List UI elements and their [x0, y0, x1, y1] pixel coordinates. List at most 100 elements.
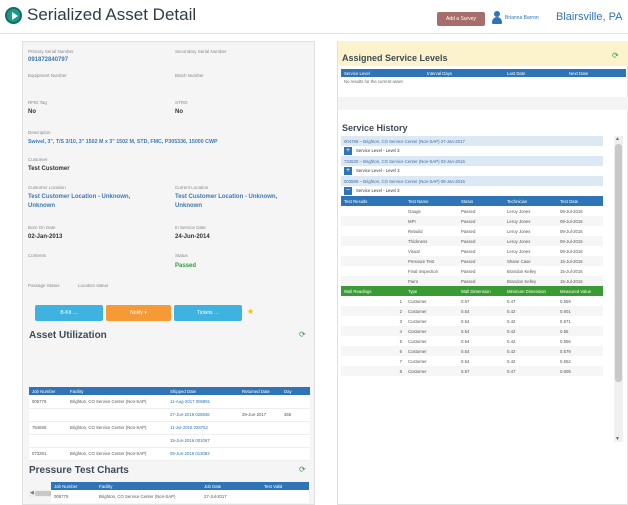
- column-header[interactable]: Test Results: [341, 196, 405, 206]
- service-level-label: Service Level - Level 3: [356, 188, 400, 194]
- divider: [338, 97, 628, 110]
- table-row: Final Inspection Passed Brandon Kelley 15-J…: [341, 266, 604, 276]
- table-cell: Passed: [458, 266, 504, 276]
- service-level-row[interactable]: + Service Level - Level 3: [341, 146, 604, 156]
- table-cell: 0.54: [458, 306, 504, 316]
- favorite-star-icon[interactable]: ★: [247, 307, 254, 316]
- table-cell: [341, 256, 405, 266]
- pressure-test-table: Job Number Facility Job Date Test Valid 005…: [51, 482, 309, 503]
- column-header[interactable]: Next Date: [566, 69, 626, 77]
- table-cell: 0.559: [557, 296, 604, 306]
- table-row: 5 Customer 0.54 0.42 0.556: [341, 336, 604, 346]
- primary-serial-value[interactable]: 091872840797: [28, 57, 68, 63]
- history-group-header[interactable]: 734530 – Brighton, CO Service Center (No…: [341, 156, 604, 166]
- column-header[interactable]: Measured Value: [557, 286, 604, 296]
- table-cell[interactable]: 11-Jul-2016 028752: [167, 421, 239, 435]
- expand-icon[interactable]: +: [344, 147, 352, 155]
- status-label: Status: [175, 253, 188, 258]
- table-cell[interactable]: 11-Aug-2017 006891: [167, 395, 239, 409]
- table-cell: Leroy Jones: [504, 246, 557, 256]
- user-name[interactable]: Brianna Barron: [505, 15, 539, 21]
- scroll-down-icon[interactable]: ▼: [615, 436, 620, 442]
- current-location-label: Current Location: [175, 185, 209, 190]
- table-row[interactable]: 005779 Brighton, CO Service Center (Non-S…: [51, 490, 309, 503]
- location-selector[interactable]: Blairsville, PA: [556, 11, 622, 23]
- scrollbar-thumb[interactable]: [615, 144, 622, 382]
- table-cell: 8: [341, 366, 405, 376]
- column-header[interactable]: Job Number: [29, 387, 67, 395]
- b-kit-button[interactable]: B-Kit …: [35, 305, 103, 321]
- column-header[interactable]: Wall Readings: [341, 286, 405, 296]
- asset-utilization-title: Asset Utilization: [29, 330, 107, 341]
- customer-location-value-2[interactable]: Unknown: [28, 203, 55, 209]
- table-cell: 0.55: [557, 326, 604, 336]
- table-cell: 0.54: [458, 346, 504, 356]
- history-group-row[interactable]: 004786 – Brighton, CO Service Center (No…: [341, 136, 604, 146]
- refresh-icon[interactable]: ⟳: [299, 330, 306, 339]
- history-group-header[interactable]: 003888 – Brighton, CO Service Center (No…: [341, 176, 604, 186]
- service-level-row[interactable]: + Service Level - Level 3: [341, 166, 604, 176]
- column-header[interactable]: Service Level: [341, 69, 424, 77]
- user-icon[interactable]: [492, 11, 502, 25]
- vertical-scrollbar[interactable]: ▲ ▼: [614, 136, 623, 442]
- column-header[interactable]: Technician: [504, 196, 557, 206]
- table-cell: 7: [341, 356, 405, 366]
- description-label: Description: [28, 130, 51, 135]
- table-cell: 365: [281, 408, 310, 422]
- table-row[interactable]: 27-Jun-2016 028836 29-Jun-2017 365: [29, 408, 310, 422]
- current-location-value-2[interactable]: Unknown: [175, 203, 202, 209]
- column-header[interactable]: Job Date: [201, 482, 261, 490]
- history-group-header[interactable]: 004786 – Brighton, CO Service Center (No…: [341, 136, 604, 146]
- column-header[interactable]: Job Number: [51, 482, 96, 490]
- column-header[interactable]: Facility: [96, 482, 201, 490]
- column-header[interactable]: Interval Days: [424, 69, 504, 77]
- expand-icon[interactable]: +: [344, 167, 352, 175]
- current-location-value[interactable]: Test Customer Location - Unknown,: [175, 194, 277, 200]
- tickets-button[interactable]: Tickets …: [174, 305, 242, 321]
- column-header[interactable]: Returned Date: [239, 387, 281, 395]
- table-cell: Leroy Jones: [504, 206, 557, 216]
- column-header[interactable]: Test Valid: [261, 482, 309, 490]
- table-cell: [281, 421, 310, 435]
- service-level-row[interactable]: − Service Level - Level 3: [341, 186, 604, 196]
- refresh-icon[interactable]: ⟳: [612, 51, 619, 60]
- column-header[interactable]: Shipped Date: [167, 387, 239, 395]
- customer-label: Customer: [28, 157, 48, 162]
- table-cell: 0.601: [557, 306, 604, 316]
- table-row[interactable]: 073281 Brighton, CO Service Center (Non-S…: [29, 447, 310, 461]
- column-header[interactable]: Minimum Dimension: [504, 286, 557, 296]
- column-header[interactable]: Status: [458, 196, 504, 206]
- table-row: Pressure Test Passed Shane Case 15-Jul-2016: [341, 256, 604, 266]
- column-header[interactable]: Last Date: [504, 69, 566, 77]
- scroll-up-icon[interactable]: ▲: [615, 136, 620, 142]
- table-cell: [239, 447, 281, 461]
- table-cell: 005779: [29, 395, 67, 409]
- table-row[interactable]: 754655 Brighton, CO Service Center (Non-S…: [29, 421, 310, 435]
- table-cell: [29, 408, 67, 422]
- column-header[interactable]: Day: [281, 387, 310, 395]
- column-header[interactable]: Type: [405, 286, 458, 296]
- table-row[interactable]: 005779 Brighton, CO Service Center (Non-S…: [29, 395, 310, 409]
- table-row[interactable]: 15-Jun-2016 001067: [29, 434, 310, 448]
- table-cell: [341, 206, 405, 216]
- history-group-row[interactable]: 734530 – Brighton, CO Service Center (No…: [341, 156, 604, 166]
- page-header: Serialized Asset Detail Add a Survey Bri…: [0, 0, 628, 34]
- collapse-icon[interactable]: −: [344, 187, 352, 195]
- rfid-tag-value: No: [28, 109, 36, 115]
- column-header[interactable]: Facility: [67, 387, 167, 395]
- equipment-number-label: Equipment Number: [28, 73, 67, 78]
- table-cell: Leroy Jones: [504, 226, 557, 236]
- notify-button[interactable]: Notify ▾: [106, 305, 171, 321]
- column-header[interactable]: Test Name: [405, 196, 458, 206]
- refresh-icon[interactable]: ⟳: [299, 465, 306, 474]
- column-header[interactable]: Test Date: [557, 196, 604, 206]
- table-cell[interactable]: 27-Jun-2016 028836: [167, 408, 239, 422]
- column-header[interactable]: Wall Dimension: [458, 286, 504, 296]
- app-logo-icon[interactable]: [5, 7, 22, 24]
- table-cell[interactable]: 15-Jun-2016 001067: [167, 434, 239, 448]
- scroll-left-icon[interactable]: ◀: [30, 490, 34, 496]
- customer-location-value[interactable]: Test Customer Location - Unknown,: [28, 194, 130, 200]
- history-group-row[interactable]: 003888 – Brighton, CO Service Center (No…: [341, 176, 604, 186]
- table-cell[interactable]: 09-Jun-2016 013083: [167, 447, 239, 461]
- add-survey-button[interactable]: Add a Survey: [437, 12, 485, 26]
